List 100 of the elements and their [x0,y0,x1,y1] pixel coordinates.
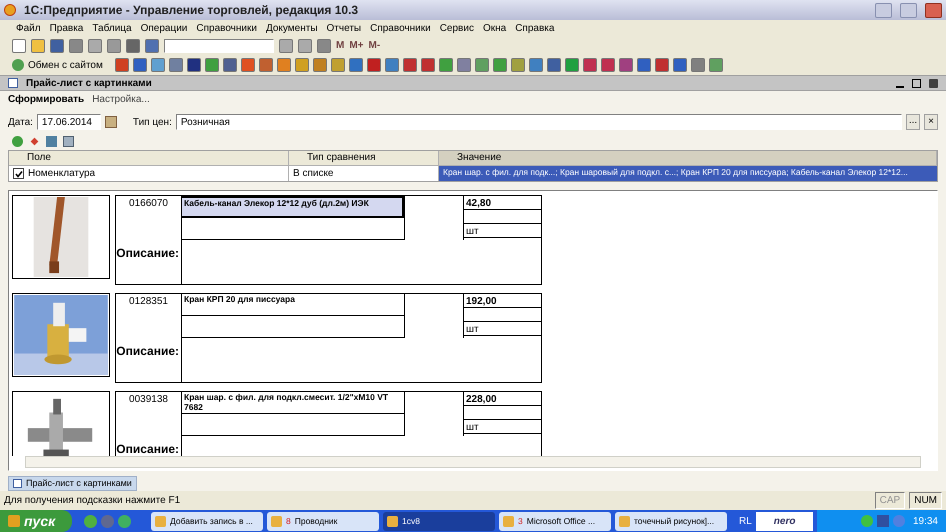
menu-item[interactable]: Файл [16,20,41,36]
menu-item[interactable]: Справочники [370,20,431,36]
menu-item[interactable]: Окна [482,20,506,36]
checkbox[interactable] [13,168,24,179]
check-icon [14,170,22,178]
search-logo[interactable]: nero [756,512,814,530]
page-icon[interactable] [600,58,615,72]
horizontal-scrollbar[interactable] [25,456,921,468]
memory-button[interactable]: M+ [349,38,364,53]
status-indicator: NUM [909,492,942,509]
product-unit: шт [464,322,541,336]
document-title: Прайс-лист с картинками [26,76,153,90]
date-field[interactable]: 17.06.2014 [36,114,101,130]
taskbar-button[interactable]: 1cv8 [383,512,495,530]
status-hint: Для получения подсказки нажмите F1 [4,494,182,508]
window-title: 1С:Предприятие - Управление торговлей, редакция 10.3 [24,2,360,19]
product-code: 0166070 [128,197,169,211]
page-icon[interactable] [546,58,561,72]
taskbar-button[interactable]: 8 Проводник [267,512,379,530]
exchange-button[interactable]: Обмен с сайтом [12,58,103,72]
page-icon[interactable] [186,58,201,72]
memory-button[interactable]: M [336,38,344,53]
page-icon[interactable] [636,58,651,72]
menu-item[interactable]: Документы [266,20,318,36]
clock: 19:34 [912,514,938,528]
page-icon[interactable] [420,58,435,72]
menu-item[interactable]: Отчеты [326,20,362,36]
clear-button[interactable]: × [924,114,938,130]
page-icon[interactable] [50,38,64,52]
description-label: Описание: [116,441,180,456]
application-icon [155,516,166,526]
description-label: Описание: [116,343,180,360]
report-icon [8,78,18,88]
exchange-icon [12,59,24,71]
page-icon[interactable] [402,58,417,72]
window-count: 8 [286,514,291,528]
language-indicator: RL [739,514,752,528]
choose-button[interactable]: ... [906,114,920,130]
add-icon[interactable] [12,136,23,146]
product-unit: шт [464,420,541,434]
product-code: 0039138 [128,393,169,407]
quick-launch-icon[interactable] [118,514,131,528]
menu-item[interactable]: Справка [515,20,554,36]
task-label: Добавить запись в ... [170,514,253,528]
minimize-icon[interactable] [875,2,892,18]
product-unit: шт [464,224,541,238]
table-cell-text: Номенклатура [28,167,96,181]
tray-icon[interactable] [876,515,889,527]
memory-button[interactable]: M- [368,38,380,53]
description-label: Описание: [116,245,180,262]
window-tab[interactable]: Прайс-лист с картинками [8,476,137,491]
page-icon[interactable] [582,58,597,72]
report-icon [13,479,22,488]
menu-item[interactable]: Справочники [196,20,257,36]
quick-launch-icon[interactable] [84,514,97,528]
application-icon [503,516,514,526]
command-button[interactable]: Сформировать [8,92,84,107]
table-cell[interactable]: Кран шар. с фил. для подк...; Кран шаровый для подкл. с...; Кран КРП 20 для писсуара; Кабель-канал Элекор 12*12... [439,166,937,181]
product-price: 192,00 [464,294,541,308]
taskbar-button[interactable]: точечный рисунок]... [615,512,727,530]
product-code: 0128351 [128,295,169,309]
task-label: точечный рисунок]... [634,514,714,528]
date-label: Дата: [8,116,33,130]
window-count: 3 [518,514,523,528]
app-logo-icon [4,4,16,16]
page-icon[interactable] [12,38,26,52]
search-field[interactable] [164,38,274,52]
page-icon[interactable] [348,58,363,72]
application-icon [619,516,630,526]
product-price: 228,00 [464,392,541,406]
price-type-label: Тип цен: [132,116,172,130]
command-button[interactable]: Настройка... [92,92,150,107]
page-icon[interactable] [132,58,147,72]
menu-item[interactable]: Сервис [440,20,474,36]
product-name[interactable]: Кран шар. с фил. для подкл.смесит. 1/2"хМ10 VT 7682 [181,392,404,414]
status-indicator: CAP [874,492,906,509]
task-label: 1cv8 [402,514,420,528]
page-icon[interactable] [672,58,687,72]
product-name[interactable]: Кран КРП 20 для писсуара [181,294,404,316]
start-button[interactable]: пуск [0,510,72,532]
page-icon[interactable] [126,38,140,52]
application-icon [271,516,282,526]
menu-item[interactable]: Операции [140,20,188,36]
calendar-icon[interactable] [104,116,117,128]
menu-item[interactable]: Таблица [92,20,132,36]
task-label: Проводник [294,514,338,528]
taskbar-button[interactable]: 3 Microsoft Office ... [499,512,611,530]
column-header[interactable]: Значение [439,151,937,165]
product-name[interactable]: Кабель-канал Элекор 12*12 дуб (дл.2м) ИЭК [181,196,404,218]
column-header[interactable]: Поле [9,151,289,165]
restore-icon[interactable] [912,78,921,88]
menu-item[interactable]: Правка [50,20,84,36]
task-label: Microsoft Office ... [526,514,596,528]
page-icon[interactable] [654,58,669,72]
price-type-field[interactable]: Розничная [176,114,902,130]
page-icon[interactable] [366,58,381,72]
taskbar-button[interactable]: Добавить запись в ... [151,512,263,530]
application-icon [387,516,398,526]
page-icon[interactable] [222,58,237,72]
page-icon[interactable] [618,58,633,72]
